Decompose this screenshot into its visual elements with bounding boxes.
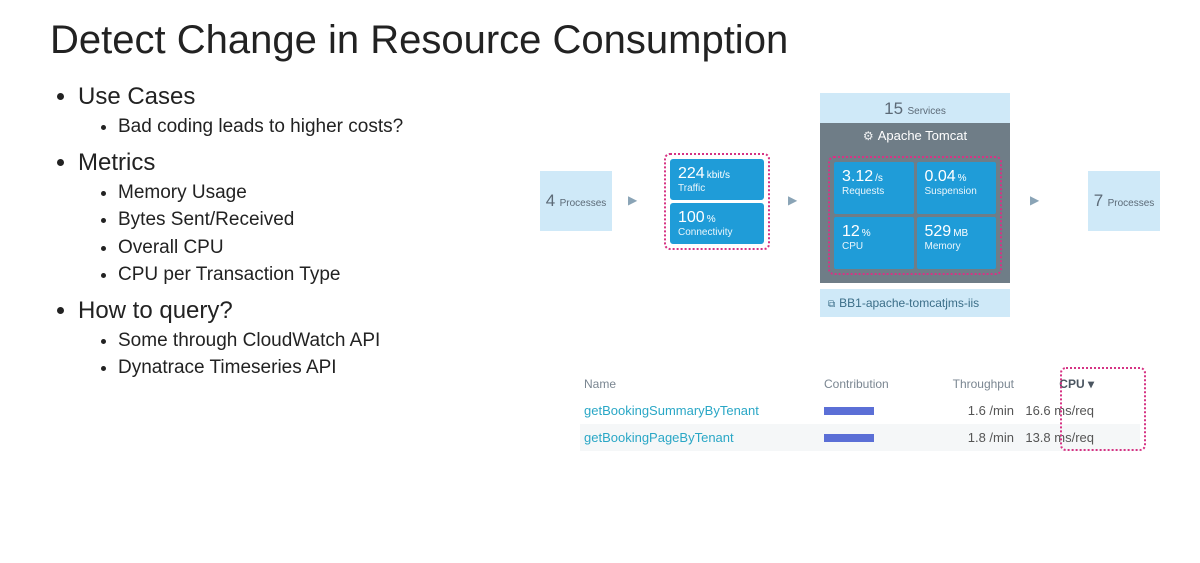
- sub-bullet: CPU per Transaction Type: [118, 261, 530, 289]
- metric-value-row: 224kbit/s: [678, 165, 756, 183]
- sub-bullets-metrics: Memory Usage Bytes Sent/Received Overall…: [78, 179, 530, 289]
- count-label: 4 Processes: [546, 191, 607, 211]
- metric-unit: MB: [953, 228, 968, 239]
- throughput-cell: 1.8 /min: [924, 430, 1024, 445]
- metrics-grid-highlight: 3.12/s Requests 0.04% Suspension 12% CPU: [828, 156, 1002, 275]
- host-bar: ⧉ BB1-apache-tomcatjms-iis: [820, 289, 1010, 317]
- service-name: getBookingPageByTenant: [584, 430, 824, 445]
- sub-bullet: Bytes Sent/Received: [118, 206, 530, 234]
- metric-cpu: 12% CPU: [834, 217, 914, 269]
- bullet-use-cases: Use Cases Bad coding leads to higher cos…: [78, 83, 530, 141]
- host-label: BB1-apache-tomcatjms-iis: [839, 296, 979, 310]
- slide-title: Detect Change in Resource Consumption: [50, 18, 1150, 63]
- col-header-throughput: Throughput: [924, 377, 1024, 391]
- sub-bullet: Bad coding leads to higher costs?: [118, 113, 530, 141]
- col-header-cpu: CPU ▾: [1024, 377, 1100, 391]
- graphics-column: 4 Processes ▶ 224kbit/s Traffic: [530, 83, 1160, 451]
- contribution-bar: [824, 434, 874, 442]
- metric-value: 3.12: [842, 168, 873, 185]
- count-text: Services: [908, 106, 946, 117]
- metric-unit: %: [862, 228, 871, 239]
- metric-value: 529: [925, 223, 952, 240]
- flow-arrow-icon: ▶: [628, 193, 637, 207]
- count-number: 4: [546, 191, 555, 210]
- slide: Detect Change in Resource Consumption Us…: [0, 0, 1200, 563]
- metric-unit: %: [707, 214, 716, 225]
- metric-value: 224: [678, 165, 705, 182]
- metric-unit: /s: [875, 173, 883, 184]
- tomcat-header-label: Apache Tomcat: [878, 128, 967, 143]
- sub-bullet: Dynatrace Timeseries API: [118, 354, 530, 382]
- traffic-rate-cell: 224kbit/s Traffic: [670, 159, 764, 200]
- metric-value: 12: [842, 223, 860, 240]
- sub-bullets-use-cases: Bad coding leads to higher costs?: [78, 113, 530, 141]
- metric-label: CPU: [842, 241, 906, 252]
- bullet-list: Use Cases Bad coding leads to higher cos…: [50, 83, 530, 382]
- count-text: Processes: [1108, 198, 1155, 209]
- bullet-how-to-query: How to query? Some through CloudWatch AP…: [78, 297, 530, 382]
- table-header-row: Name Contribution Throughput CPU ▾: [580, 371, 1140, 397]
- throughput-cell: 1.6 /min: [924, 403, 1024, 418]
- metric-value: 0.04: [925, 168, 956, 185]
- tomcat-block: 15 Services ⚙ Apache Tomcat 3.12/s Reques…: [820, 93, 1010, 317]
- metric-unit: %: [958, 173, 967, 184]
- table-row: getBookingPageByTenant 1.8 /min 13.8 ms/…: [580, 424, 1140, 451]
- count-text: Processes: [560, 198, 607, 209]
- service-flow-diagram: 4 Processes ▶ 224kbit/s Traffic: [540, 93, 1160, 353]
- contribution-cell: [824, 434, 924, 442]
- tomcat-icon: ⚙: [863, 129, 874, 143]
- metric-unit: kbit/s: [707, 170, 730, 181]
- contribution-cell: [824, 407, 924, 415]
- bullet-metrics: Metrics Memory Usage Bytes Sent/Received…: [78, 149, 530, 289]
- metric-memory: 529MB Memory: [917, 217, 997, 269]
- flow-arrow-icon: ▶: [788, 193, 797, 207]
- count-number: 7: [1094, 191, 1103, 210]
- metric-label: Connectivity: [678, 227, 756, 238]
- flow-arrow-icon: ▶: [1030, 193, 1039, 207]
- processes-left-box: 4 Processes: [540, 171, 612, 231]
- services-bar: 15 Services: [820, 93, 1010, 123]
- sub-bullet: Memory Usage: [118, 179, 530, 207]
- sub-bullet: Some through CloudWatch API: [118, 327, 530, 355]
- table-row: getBookingSummaryByTenant 1.6 /min 16.6 …: [580, 397, 1140, 424]
- count-label: 7 Processes: [1094, 191, 1155, 211]
- link-icon: ⧉: [828, 299, 835, 310]
- metrics-frame: 3.12/s Requests 0.04% Suspension 12% CPU: [820, 148, 1010, 283]
- bullet-label: Use Cases: [78, 83, 195, 110]
- bullet-label: Metrics: [78, 149, 155, 176]
- metric-value-row: 100%: [678, 209, 756, 227]
- contribution-bar: [824, 407, 874, 415]
- metric-requests: 3.12/s Requests: [834, 162, 914, 214]
- connectivity-cell: 100% Connectivity: [670, 203, 764, 244]
- sub-bullets-how: Some through CloudWatch API Dynatrace Ti…: [78, 327, 530, 382]
- bullet-column: Use Cases Bad coding leads to higher cos…: [50, 83, 530, 390]
- slide-body: Use Cases Bad coding leads to higher cos…: [50, 83, 1150, 451]
- cpu-cell: 13.8 ms/req: [1024, 430, 1100, 445]
- metric-suspension: 0.04% Suspension: [917, 162, 997, 214]
- traffic-card-highlight: 224kbit/s Traffic 100% Connectivity: [664, 153, 770, 250]
- cpu-cell: 16.6 ms/req: [1024, 403, 1100, 418]
- count-number: 15: [884, 99, 903, 118]
- col-header-name: Name: [584, 377, 824, 391]
- sub-bullet: Overall CPU: [118, 234, 530, 262]
- processes-right-box: 7 Processes: [1088, 171, 1160, 231]
- bullet-label: How to query?: [78, 297, 233, 324]
- transactions-table: Name Contribution Throughput CPU ▾ getBo…: [580, 371, 1140, 451]
- tomcat-header: ⚙ Apache Tomcat: [820, 123, 1010, 148]
- metric-label: Memory: [925, 241, 989, 252]
- col-header-contribution: Contribution: [824, 377, 924, 391]
- service-name: getBookingSummaryByTenant: [584, 403, 824, 418]
- metric-label: Traffic: [678, 183, 756, 194]
- metric-value: 100: [678, 209, 705, 226]
- metric-label: Suspension: [925, 186, 989, 197]
- metric-label: Requests: [842, 186, 906, 197]
